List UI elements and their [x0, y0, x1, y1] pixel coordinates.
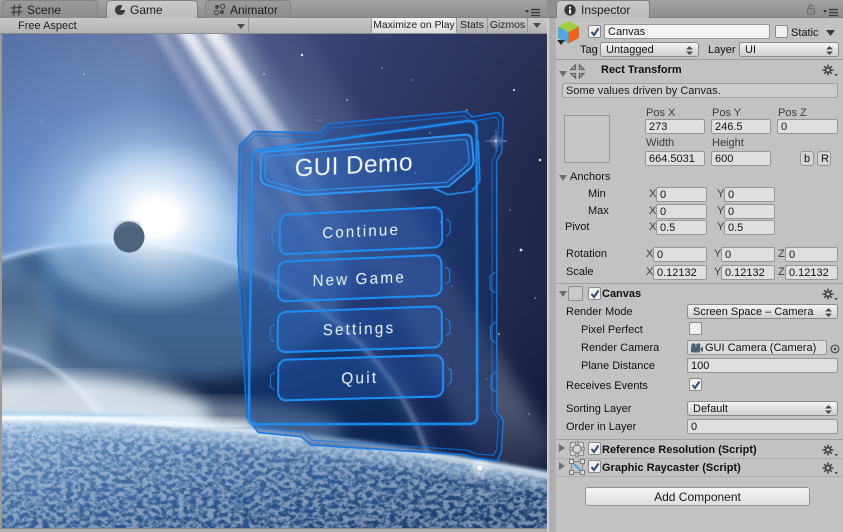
svg-text:Quit: Quit [341, 370, 378, 389]
svg-text:New Game: New Game [313, 269, 407, 290]
svg-text:Settings: Settings [323, 320, 396, 340]
svg-text:Continue: Continue [322, 222, 400, 243]
